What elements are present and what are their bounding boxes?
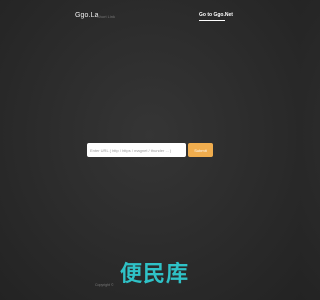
nav-active-underline bbox=[199, 20, 225, 21]
masthead: Ggo.La Short Link Go to Ggo.Net bbox=[0, 0, 300, 30]
footer-copyright: Copyright © bbox=[95, 283, 114, 287]
url-input[interactable] bbox=[87, 143, 186, 157]
brand-logo-text[interactable]: Ggo.La bbox=[75, 12, 99, 19]
watermark-logo: 便民库 bbox=[120, 262, 190, 287]
nav-link-go-to-ggo-net[interactable]: Go to Ggo.Net bbox=[199, 12, 233, 18]
brand-tagline: Short Link bbox=[97, 13, 116, 19]
submit-button[interactable]: Submit bbox=[188, 143, 213, 157]
shorten-url-form: Submit bbox=[87, 143, 213, 157]
